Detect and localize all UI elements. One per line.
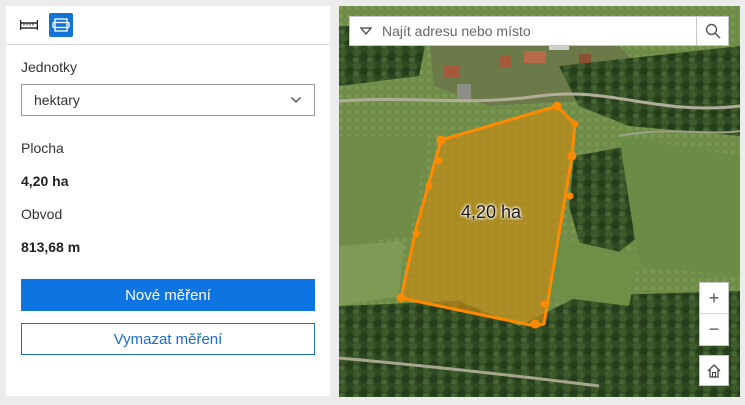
search-source-dropdown[interactable] [350,27,382,35]
units-label: Jednotky [21,59,78,75]
search-button[interactable] [696,17,728,45]
satellite-imagery [339,6,740,397]
search-icon [705,23,721,39]
area-value: 4,20 ha [21,173,69,189]
home-button[interactable] [699,355,729,386]
address-search [349,16,729,46]
measurement-toolbar [6,6,330,45]
distance-tool-button[interactable] [17,13,41,37]
units-select-value: hektary [34,92,80,108]
area-label: Plocha [21,140,64,156]
perimeter-label: Obvod [21,206,63,222]
area-tool-button[interactable] [49,13,73,37]
zoom-controls: + − [699,282,729,346]
perimeter-value: 813,68 m [21,239,81,255]
clear-measurement-button[interactable]: Vymazat měření [21,323,315,355]
distance-ruler-icon [20,20,38,30]
caret-down-icon [360,27,372,35]
polygon-area-label: 4,20 ha [461,202,522,222]
area-measure-icon [52,18,70,32]
home-icon [707,363,721,378]
measurement-panel: Jednotky hektary Plocha 4,20 ha Obvod 81… [6,6,330,396]
zoom-out-button[interactable]: − [700,314,728,345]
chevron-down-icon [291,97,301,103]
units-select[interactable]: hektary [21,84,315,116]
zoom-in-button[interactable]: + [700,283,728,314]
address-search-input[interactable] [382,23,696,39]
map-view[interactable]: 4,20 ha + − [339,6,740,397]
new-measurement-button[interactable]: Nové měření [21,279,315,311]
